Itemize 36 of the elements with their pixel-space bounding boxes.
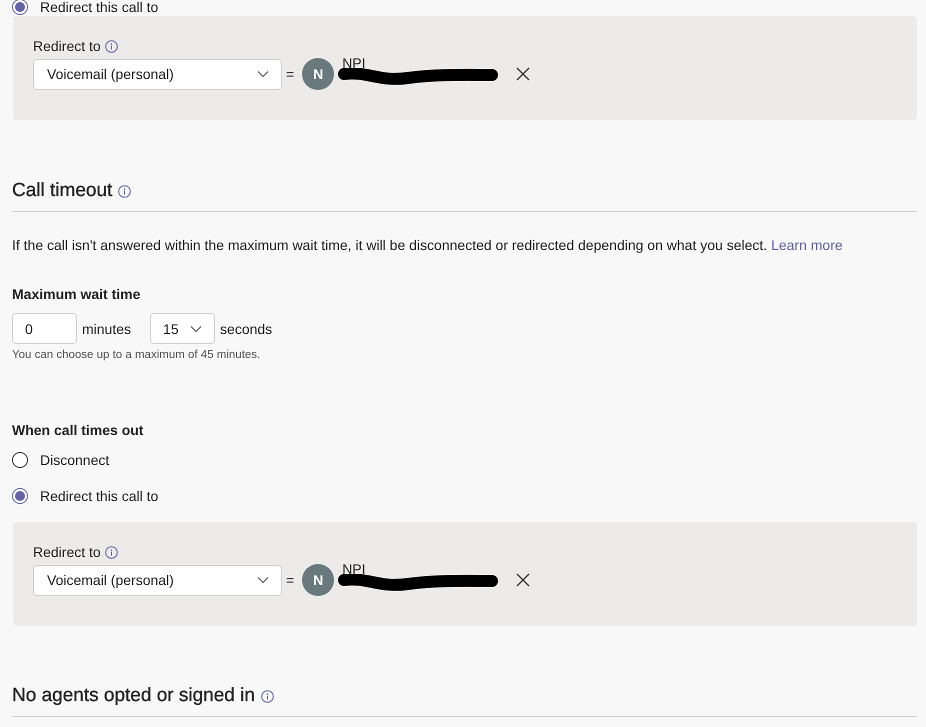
radio-button[interactable] bbox=[12, 488, 28, 504]
info-icon[interactable] bbox=[118, 184, 132, 198]
field-label: Redirect to bbox=[33, 38, 101, 54]
unit-label: seconds bbox=[220, 320, 272, 336]
minutes-input[interactable]: 0 bbox=[12, 313, 77, 344]
info-icon[interactable] bbox=[104, 546, 118, 558]
avatar: N bbox=[302, 58, 334, 90]
radio-button[interactable] bbox=[12, 0, 28, 15]
chevron-down-icon bbox=[257, 70, 269, 78]
chevron-down-icon bbox=[190, 324, 202, 332]
field-label: Maximum wait time bbox=[12, 286, 142, 302]
chevron-down-icon bbox=[257, 576, 269, 584]
equals-sign: = bbox=[286, 66, 294, 82]
seconds-dropdown[interactable]: 15 bbox=[150, 313, 216, 344]
close-icon[interactable] bbox=[516, 67, 530, 81]
radio-label: Redirect this call to bbox=[40, 488, 158, 504]
radio-label: Disconnect bbox=[40, 452, 110, 468]
avatar: N bbox=[302, 564, 334, 596]
info-icon[interactable] bbox=[104, 40, 118, 52]
equals-sign: = bbox=[286, 572, 294, 588]
redirect-dropdown[interactable]: Voicemail (personal) bbox=[33, 58, 282, 90]
field-label: Redirect to bbox=[33, 544, 101, 560]
close-icon[interactable] bbox=[516, 573, 530, 587]
section-title: No agents opted or signed in bbox=[12, 685, 255, 707]
field-label: When call times out bbox=[12, 422, 144, 438]
radio-label: Redirect this call to bbox=[40, 0, 158, 14]
unit-label: minutes bbox=[82, 320, 132, 336]
description-text: If the call isn't answered within the maximum wait time, it will be disconnected or redirected depending on what you select. Learn more bbox=[12, 237, 844, 253]
contact-name: NPI bbox=[342, 55, 366, 71]
radio-button[interactable] bbox=[12, 452, 28, 468]
learn-more-link[interactable]: Learn more bbox=[771, 237, 843, 253]
info-icon[interactable] bbox=[260, 690, 274, 702]
redirect-dropdown[interactable]: Voicemail (personal) bbox=[33, 564, 282, 596]
contact-name: NPI bbox=[342, 561, 366, 577]
section-title: Call timeout bbox=[12, 180, 112, 202]
hint-text: You can choose up to a maximum of 45 minutes. bbox=[12, 349, 262, 361]
